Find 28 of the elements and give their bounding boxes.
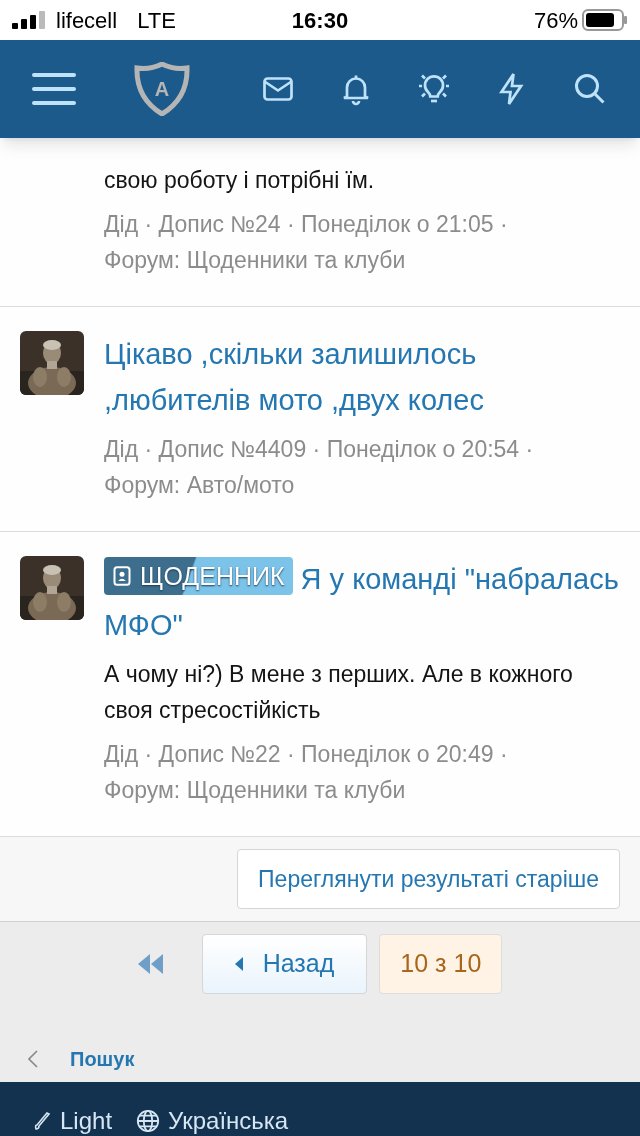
- battery-icon: [582, 9, 628, 31]
- clock: 16:30: [291, 6, 349, 35]
- language-link[interactable]: Українська: [136, 1106, 289, 1136]
- result-meta: Дід · Допис №4409 · Понеділок о 20:54 ·: [104, 435, 535, 464]
- back-chevron-icon[interactable]: [28, 1050, 38, 1068]
- result-meta: Дід · Допис №22 · Понеділок о 20:49 ·: [104, 740, 509, 769]
- result-snippet: свою роботу і потрібні їм.: [104, 166, 376, 195]
- previous-page-button[interactable]: Назад: [201, 934, 368, 994]
- signal-icon: [12, 11, 48, 29]
- battery-percent: 76%: [533, 6, 578, 35]
- forum-link[interactable]: Форум: Щоденники та клуби: [104, 772, 620, 808]
- result-snippet: А чому ні?) В мене з перших. Але в кожного своя стресостійкість: [104, 660, 574, 725]
- brush-icon: [32, 1111, 52, 1131]
- page-indicator: 10 з 10: [379, 934, 503, 994]
- network-type: LTE: [137, 6, 176, 35]
- result-title[interactable]: Цікаво ,скільки залишилось ,любителів мото ,двух колес: [104, 331, 620, 423]
- site-logo[interactable]: A: [134, 62, 190, 116]
- menu-icon[interactable]: [32, 71, 76, 107]
- breadcrumb-link[interactable]: Пошук: [70, 1044, 135, 1074]
- style-link[interactable]: Light: [32, 1106, 113, 1136]
- forum-link[interactable]: Форум: Щоденники та клуби: [104, 242, 620, 278]
- forum-link[interactable]: Форум: Авто/мото: [104, 467, 620, 503]
- caret-icon: [234, 957, 243, 971]
- globe-icon: [136, 1109, 161, 1133]
- contact-card-icon: [112, 566, 132, 586]
- carrier-name: lifecell: [56, 6, 118, 35]
- result-meta: Дід · Допис №24 · Понеділок о 21:05 ·: [104, 210, 509, 239]
- older-results-button[interactable]: Переглянути результаті старіше: [237, 849, 620, 909]
